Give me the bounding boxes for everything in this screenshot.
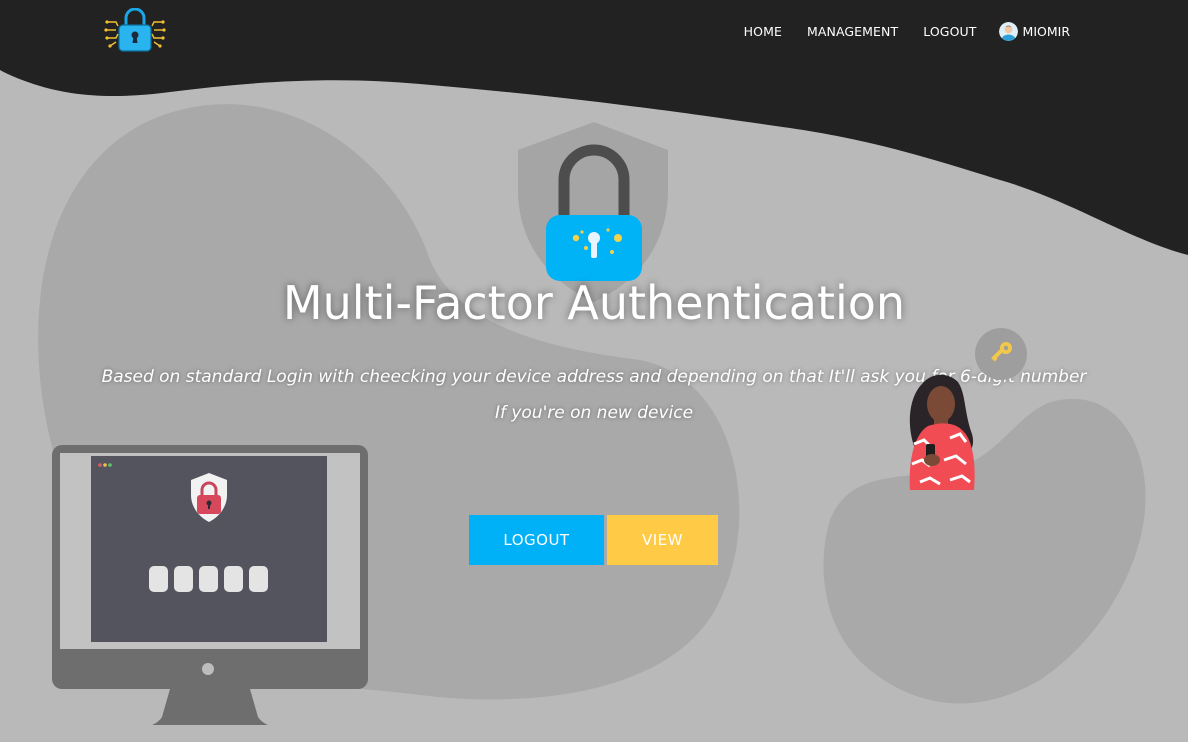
logout-button[interactable]: LOGOUT [469, 515, 604, 565]
pin-box-5 [249, 566, 268, 592]
pin-box-2 [174, 566, 193, 592]
user-name: MIOMIR [1022, 23, 1070, 39]
woman-with-phone-illustration [909, 328, 1027, 490]
view-button[interactable]: VIEW [607, 515, 718, 565]
user-menu[interactable]: MIOMIR [998, 21, 1070, 41]
nav-logout-link[interactable]: LOGOUT [923, 24, 976, 39]
pin-box-1 [149, 566, 168, 592]
nav-home-link[interactable]: HOME [744, 24, 782, 39]
top-nav: HOME MANAGEMENT LOGOUT MIOMIR [719, 20, 1070, 42]
padlock-circuit-logo-icon[interactable] [104, 8, 166, 56]
nav-management-link[interactable]: MANAGEMENT [807, 24, 898, 39]
pin-box-4 [224, 566, 243, 592]
user-avatar-icon [998, 21, 1018, 41]
pin-box-3 [199, 566, 218, 592]
monitor-pin-entry-illustration [52, 445, 368, 725]
key-icon [975, 328, 1027, 380]
